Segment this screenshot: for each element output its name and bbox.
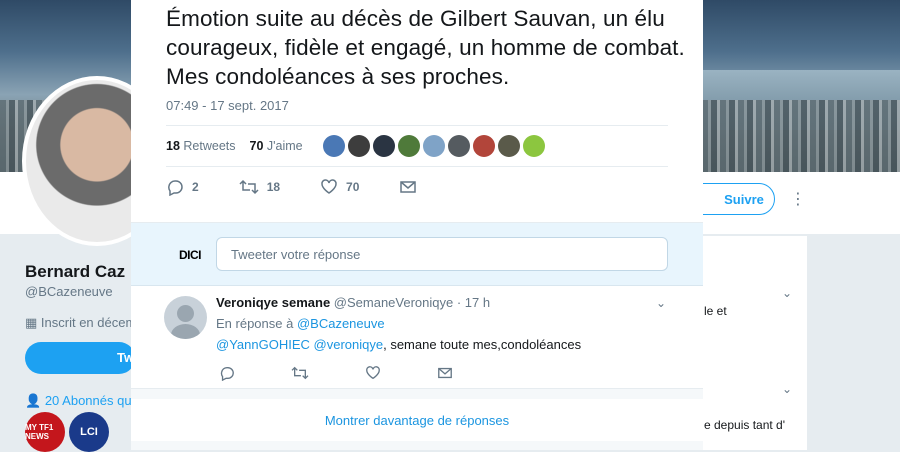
profile-name: Bernard Caz bbox=[25, 262, 126, 281]
liker-avatar[interactable] bbox=[397, 135, 420, 157]
liker-avatar[interactable] bbox=[347, 135, 370, 157]
tweet-actions: 2 18 70 bbox=[166, 178, 465, 196]
reply-action[interactable]: 2 bbox=[166, 178, 199, 196]
liker-avatar[interactable] bbox=[522, 135, 545, 157]
reply-text: @YannGOHIEC @veroniqye, semane toute mes… bbox=[216, 337, 581, 352]
liker-avatar[interactable] bbox=[472, 135, 495, 157]
tweet-timestamp[interactable]: 07:49 - 17 sept. 2017 bbox=[166, 98, 289, 113]
liker-avatar[interactable] bbox=[497, 135, 520, 157]
liker-avatar[interactable] bbox=[372, 135, 395, 157]
show-more-replies-button[interactable]: Montrer davantage de réponses bbox=[131, 399, 703, 441]
side-card: ⌄ le et ⌄ e depuis tant d' bbox=[700, 236, 807, 450]
heart-icon bbox=[321, 179, 337, 194]
heart-icon[interactable] bbox=[365, 365, 381, 381]
retweet-action[interactable]: 18 bbox=[239, 178, 280, 196]
retweet-icon[interactable] bbox=[291, 365, 309, 381]
liker-avatar[interactable] bbox=[422, 135, 445, 157]
reply-box: DICI Tweeter votre réponse bbox=[131, 222, 703, 286]
like-count: 70 bbox=[249, 139, 264, 153]
media-avatars: MY TF1 NEWS LCI bbox=[25, 412, 109, 452]
mention-link[interactable]: @YannGOHIEC bbox=[216, 337, 310, 352]
retweet-stat[interactable]: 18 Retweets bbox=[166, 139, 236, 153]
chevron-down-icon[interactable]: ⌄ bbox=[782, 286, 792, 300]
liker-avatar[interactable] bbox=[322, 135, 345, 157]
mention-link[interactable]: @veroniqye bbox=[314, 337, 384, 352]
dm-action[interactable] bbox=[399, 178, 425, 196]
profile-joined: ▦ Inscrit en décem bbox=[25, 315, 136, 331]
like-action-count: 70 bbox=[346, 180, 360, 194]
likers-avatars bbox=[322, 135, 545, 157]
reply-actions bbox=[219, 365, 453, 381]
reply-count: 2 bbox=[192, 180, 199, 194]
more-replies-section: Montrer davantage de réponses bbox=[131, 388, 703, 450]
more-options-icon[interactable]: ⋮ bbox=[790, 190, 806, 210]
chevron-down-icon[interactable]: ⌄ bbox=[656, 296, 666, 310]
reply-icon bbox=[168, 180, 183, 196]
tweet-text: Émotion suite au décès de Gilbert Sauvan… bbox=[166, 6, 685, 89]
joined-text: Inscrit en décem bbox=[40, 315, 137, 330]
media-avatar-tf1[interactable]: MY TF1 NEWS bbox=[25, 412, 65, 452]
reply-author-handle[interactable]: @SemaneVeroniqye bbox=[334, 295, 453, 310]
media-avatar-lci[interactable]: LCI bbox=[69, 412, 109, 452]
calendar-icon: ▦ bbox=[25, 315, 38, 330]
current-user-avatar: DICI bbox=[179, 248, 202, 262]
retweet-icon bbox=[239, 179, 259, 195]
reply-header: Veroniqye semane @SemaneVeroniqye · 17 h bbox=[216, 295, 490, 310]
reply-input[interactable]: Tweeter votre réponse bbox=[216, 237, 668, 271]
retweet-count: 18 bbox=[166, 139, 180, 153]
like-label: J'aime bbox=[266, 139, 303, 153]
tweet-to-button[interactable]: Tw bbox=[25, 342, 135, 374]
reply-time[interactable]: · 17 h bbox=[457, 295, 490, 310]
reply-icon[interactable] bbox=[219, 365, 235, 381]
in-reply-to: En réponse à @BCazeneuve bbox=[216, 316, 385, 331]
in-reply-link[interactable]: @BCazeneuve bbox=[297, 316, 385, 331]
followers-you-know[interactable]: 👤 20 Abonnés qu bbox=[25, 393, 132, 409]
side-card-text-1: le et bbox=[704, 304, 727, 318]
followers-text: 20 Abonnés qu bbox=[44, 393, 132, 408]
reply-author-avatar[interactable] bbox=[164, 296, 207, 339]
retweet-label: Retweets bbox=[183, 139, 236, 153]
reply-tweet[interactable]: Veroniqye semane @SemaneVeroniqye · 17 h… bbox=[131, 286, 703, 388]
envelope-icon[interactable] bbox=[437, 365, 453, 381]
person-icon: 👤 bbox=[25, 393, 42, 408]
like-stat[interactable]: 70 J'aime bbox=[250, 139, 303, 153]
profile-handle: @BCazeneuve bbox=[25, 284, 113, 299]
retweet-action-count: 18 bbox=[266, 180, 281, 194]
like-action[interactable]: 70 bbox=[320, 178, 359, 196]
tweet-stats: 18 Retweets 70 J'aime bbox=[166, 125, 668, 167]
side-card-text-2: e depuis tant d' bbox=[704, 418, 786, 432]
chevron-down-icon[interactable]: ⌄ bbox=[782, 382, 792, 396]
reply-author-name[interactable]: Veroniqye semane bbox=[216, 295, 330, 310]
liker-avatar[interactable] bbox=[447, 135, 470, 157]
tweet-permalink-modal: Émotion suite au décès de Gilbert Sauvan… bbox=[131, 0, 703, 450]
envelope-icon bbox=[400, 181, 417, 193]
in-reply-prefix: En réponse à bbox=[216, 316, 294, 331]
reply-body: , semane toute mes,condoléances bbox=[383, 337, 582, 352]
